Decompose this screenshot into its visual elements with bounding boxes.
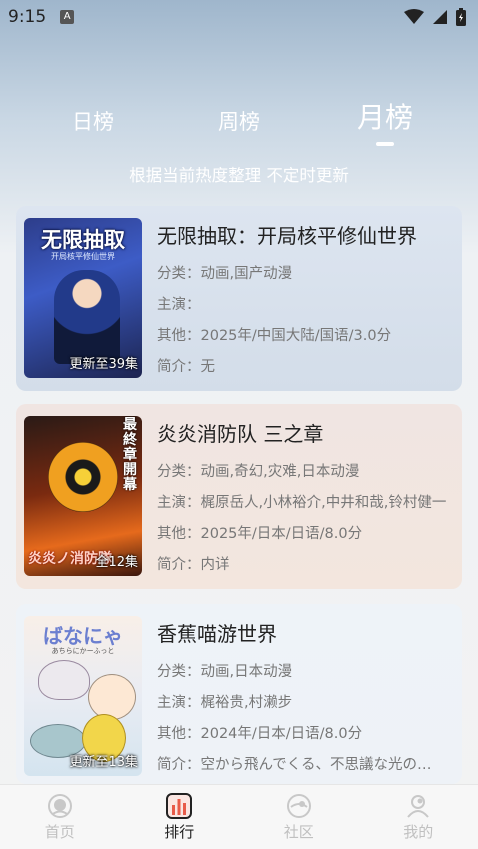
status-left: 9:15 A xyxy=(8,7,75,27)
anime-title: 炎炎消防队 三之章 xyxy=(157,422,324,446)
ranking-tabs: 日榜 周榜 月榜 xyxy=(0,96,478,146)
signal-icon xyxy=(433,10,447,24)
anime-intro: 简介：无 xyxy=(157,359,215,375)
tab-daily-label: 日榜 xyxy=(72,110,114,134)
anime-info: 香蕉喵游世界 分类：动画,日本动漫 主演：梶裕贵,村濑步 其他：2024年/日本… xyxy=(157,616,454,773)
episode-badge: 更新至39集 xyxy=(69,357,138,372)
poster-image[interactable]: 无限抽取 开局核平修仙世界 更新至39集 xyxy=(24,218,142,378)
poster-title: ばなにゃ xyxy=(43,624,123,648)
anime-other: 其他：2025年/中国大陆/国语/3.0分 xyxy=(157,328,392,344)
nav-ranking-label: 排行 xyxy=(164,822,195,841)
poster-title: 无限抽取 xyxy=(41,228,125,252)
anime-category: 分类：动画,奇幻,灾难,日本动漫 xyxy=(157,464,360,480)
wifi-icon xyxy=(404,9,424,24)
ranking-subtitle: 根据当前热度整理 不定时更新 xyxy=(129,166,349,185)
status-bar: 9:15 A xyxy=(0,0,478,34)
ranking-icon xyxy=(166,792,193,819)
episode-badge: 全12集 xyxy=(95,555,138,570)
anime-intro: 简介：空から飛んでくる、不思議な光の… xyxy=(157,757,432,773)
anime-cast: 主演：梶裕贵,村濑步 xyxy=(157,695,293,711)
poster-image[interactable]: 最終章開幕 炎炎ノ消防隊 全12集 xyxy=(24,416,142,576)
anime-card[interactable]: 无限抽取 开局核平修仙世界 更新至39集 无限抽取：开局核平修仙世界 分类：动画… xyxy=(16,206,462,391)
anime-category: 分类：动画,日本动漫 xyxy=(157,664,293,680)
bottom-nav: 首页 排行 社区 我的 xyxy=(0,784,478,849)
anime-intro: 简介：内详 xyxy=(157,557,230,573)
poster-character xyxy=(54,270,120,364)
anime-title: 香蕉喵游世界 xyxy=(157,622,277,646)
poster-vertical-text: 最終章開幕 xyxy=(123,417,137,493)
profile-icon xyxy=(407,794,430,818)
nav-home-label: 首页 xyxy=(44,822,75,841)
poster-cat xyxy=(88,674,136,720)
anime-card[interactable]: 最終章開幕 炎炎ノ消防隊 全12集 炎炎消防队 三之章 分类：动画,奇幻,灾难,… xyxy=(16,404,462,589)
anime-cast: 主演：梶原岳人,小林裕介,中井和哉,铃村健一 xyxy=(157,495,447,511)
tab-weekly[interactable]: 周榜 xyxy=(179,106,299,146)
nav-profile-label: 我的 xyxy=(403,822,434,841)
anime-info: 炎炎消防队 三之章 分类：动画,奇幻,灾难,日本动漫 主演：梶原岳人,小林裕介,… xyxy=(157,416,454,577)
tab-monthly-label: 月榜 xyxy=(356,101,413,134)
anime-category: 分类：动画,国产动漫 xyxy=(157,266,293,282)
anime-title: 无限抽取：开局核平修仙世界 xyxy=(157,224,417,248)
anime-info: 无限抽取：开局核平修仙世界 分类：动画,国产动漫 主演： 其他：2025年/中国… xyxy=(157,218,454,379)
clock: 9:15 xyxy=(8,7,47,27)
nav-profile[interactable]: 我的 xyxy=(368,793,468,842)
community-icon xyxy=(286,793,311,818)
poster-subtitle: あちらにかーふっと xyxy=(51,647,115,655)
anime-card[interactable]: ばなにゃ あちらにかーふっと 更新至13集 香蕉喵游世界 分类：动画,日本动漫 … xyxy=(16,604,462,784)
notification-icon: A xyxy=(60,10,75,24)
home-icon xyxy=(47,793,72,818)
status-right xyxy=(404,8,466,26)
anime-cast: 主演： xyxy=(157,297,201,313)
episode-badge: 更新至13集 xyxy=(69,755,138,770)
nav-ranking[interactable]: 排行 xyxy=(129,792,229,842)
poster-character xyxy=(48,442,118,512)
tab-indicator xyxy=(376,142,394,146)
tab-monthly[interactable]: 月榜 xyxy=(325,96,445,146)
poster-subtitle: 开局核平修仙世界 xyxy=(51,252,115,261)
tab-daily[interactable]: 日榜 xyxy=(33,106,153,146)
poster-cat xyxy=(38,660,90,700)
anime-other: 其他：2024年/日本/日语/8.0分 xyxy=(157,726,363,742)
battery-icon xyxy=(456,8,466,26)
tab-weekly-label: 周榜 xyxy=(218,110,260,134)
nav-community-label: 社区 xyxy=(283,822,314,841)
nav-community[interactable]: 社区 xyxy=(249,793,349,842)
nav-home[interactable]: 首页 xyxy=(10,793,110,842)
anime-other: 其他：2025年/日本/日语/8.0分 xyxy=(157,526,363,542)
poster-image[interactable]: ばなにゃ あちらにかーふっと 更新至13集 xyxy=(24,616,142,776)
